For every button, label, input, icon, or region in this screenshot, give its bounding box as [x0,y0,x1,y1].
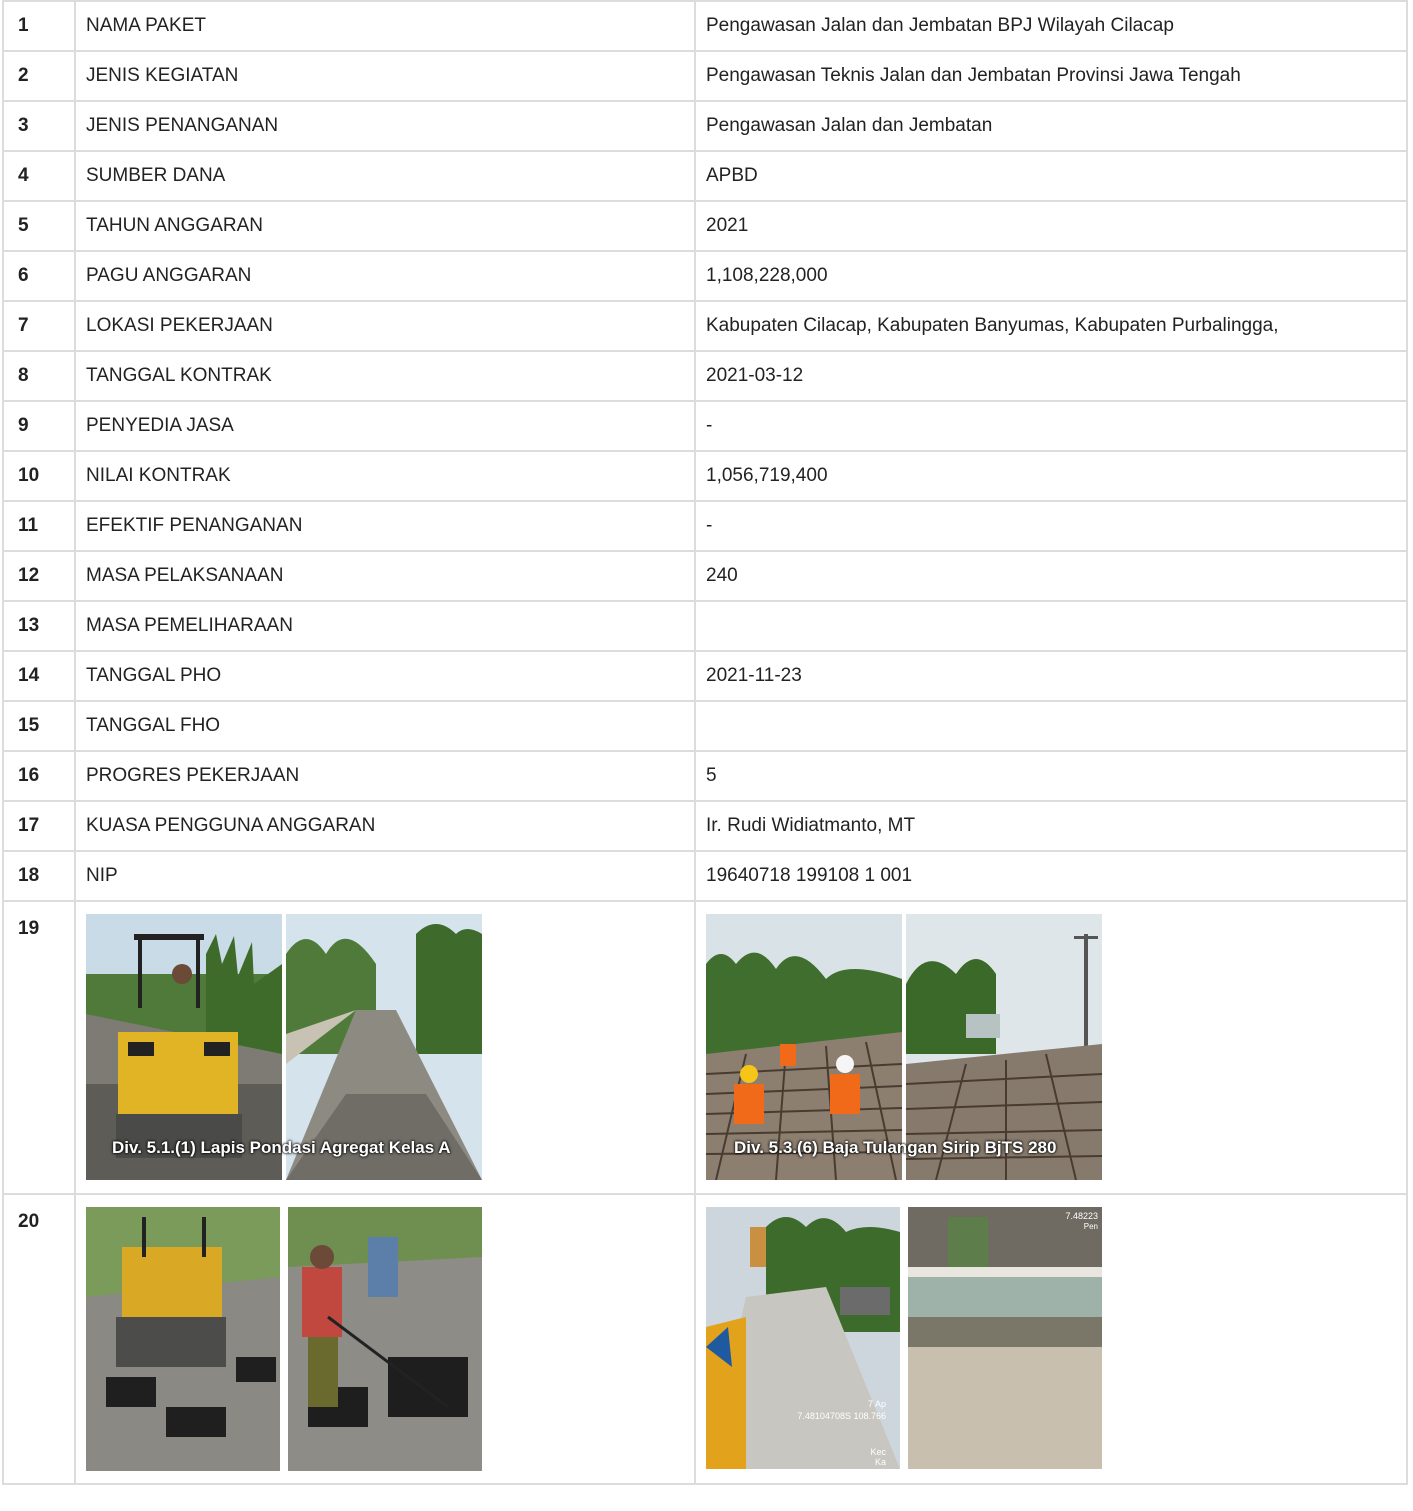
table-row: 16 PROGRES PEKERJAAN 5 [2,750,1408,802]
row-number: 19 [2,900,76,1195]
row-number: 6 [2,250,76,302]
row-label: TANGGAL FHO [74,700,696,752]
table-row: 18 NIP 19640718 199108 1 001 [2,850,1408,902]
table-row: 9 PENYEDIA JASA - [2,400,1408,452]
table-row: 3 JENIS PENANGANAN Pengawasan Jalan dan Je… [2,100,1408,152]
row-label: MASA PEMELIHARAAN [74,600,696,652]
table-row: 7 LOKASI PEKERJAAN Kabupaten Cilacap, Kabu… [2,300,1408,352]
row-value: - [694,400,1408,452]
row-value: 19640718 199108 1 001 [694,850,1408,902]
row-number: 18 [2,850,76,902]
photo-cell-right: 7 Ap 7.48104708S 108.766 Kec Ka 7.48223 … [694,1193,1408,1485]
row-label: KUASA PENGGUNA ANGGARAN [74,800,696,852]
photo-pair [86,1207,684,1471]
photo-pair: 7 Ap 7.48104708S 108.766 Kec Ka 7.48223 … [706,1207,1396,1469]
table-row: 6 PAGU ANGGARAN 1,108,228,000 [2,250,1408,302]
table-row: 10 NILAI KONTRAK 1,056,719,400 [2,450,1408,502]
table-row: 2 JENIS KEGIATAN Pengawasan Teknis Jalan d… [2,50,1408,102]
row-label: TANGGAL KONTRAK [74,350,696,402]
photo-bridge-formwork: 7.48223 Pen [908,1207,1102,1469]
row-number: 3 [2,100,76,152]
photo-workers-patching [288,1207,482,1471]
row-value: APBD [694,150,1408,202]
row-value: - [694,500,1408,552]
table-row: 11 EFEKTIF PENANGANAN - [2,500,1408,552]
row-value: Pengawasan Teknis Jalan dan Jembatan Pro… [694,50,1408,102]
row-number: 9 [2,400,76,452]
table-row: 8 TANGGAL KONTRAK 2021-03-12 [2,350,1408,402]
photo-pair: Div. 5.3.(6) Baja Tulangan Sirip BjTS 28… [706,914,1396,1180]
row-number: 20 [2,1193,76,1485]
photo-stamp-text: 7.48223 [1065,1211,1098,1221]
row-number: 11 [2,500,76,552]
row-number: 17 [2,800,76,852]
row-number: 5 [2,200,76,252]
row-value [694,700,1408,752]
photo-cell-left: Div. 5.1.(1) Lapis Pondasi Agregat Kelas… [74,900,696,1195]
row-label: PAGU ANGGARAN [74,250,696,302]
photo-caption: Div. 5.3.(6) Baja Tulangan Sirip BjTS 28… [734,1138,1057,1157]
row-value: 2021-11-23 [694,650,1408,702]
row-value: 1,108,228,000 [694,250,1408,302]
row-label: NILAI KONTRAK [74,450,696,502]
row-label: NIP [74,850,696,902]
row-value: 2021-03-12 [694,350,1408,402]
row-value: 1,056,719,400 [694,450,1408,502]
row-number: 16 [2,750,76,802]
table-row: 12 MASA PELAKSANAAN 240 [2,550,1408,602]
photo-roller-patching [86,1207,280,1471]
table-row: 5 TAHUN ANGGARAN 2021 [2,200,1408,252]
table-row: 14 TANGGAL PHO 2021-11-23 [2,650,1408,702]
row-label: LOKASI PEKERJAAN [74,300,696,352]
table-row: 4 SUMBER DANA APBD [2,150,1408,202]
row-number: 7 [2,300,76,352]
photo-stamp-text: Kec [870,1447,886,1457]
row-label: NAMA PAKET [74,0,696,52]
row-label: PENYEDIA JASA [74,400,696,452]
row-number: 15 [2,700,76,752]
photo-stamp-text: 7 Ap [868,1399,886,1409]
row-label: TAHUN ANGGARAN [74,200,696,252]
row-value: Pengawasan Jalan dan Jembatan BPJ Wilaya… [694,0,1408,52]
row-value: 240 [694,550,1408,602]
table-row: 13 MASA PEMELIHARAAN [2,600,1408,652]
row-number: 12 [2,550,76,602]
row-value: Kabupaten Cilacap, Kabupaten Banyumas, K… [694,300,1408,352]
photo-cell-right: Div. 5.3.(6) Baja Tulangan Sirip BjTS 28… [694,900,1408,1195]
row-label: SUMBER DANA [74,150,696,202]
row-number: 13 [2,600,76,652]
page: 1 NAMA PAKET Pengawasan Jalan dan Jembatan… [0,0,1413,1511]
row-number: 10 [2,450,76,502]
row-label: PROGRES PEKERJAAN [74,750,696,802]
photo-stamp-text: 7.48104708S 108.766 [797,1411,886,1421]
row-value: 2021 [694,200,1408,252]
photo-pair: Div. 5.1.(1) Lapis Pondasi Agregat Kelas… [86,914,684,1180]
row-value: Ir. Rudi Widiatmanto, MT [694,800,1408,852]
photo-row: 20 7 Ap 7.48104708S 108.766 Kec Ka 7.482… [2,1193,1408,1485]
photo-row: 19 Div. 5.1.(1) Lapis Pondasi Agregat Ke… [2,900,1408,1195]
photo-cell-left [74,1193,696,1485]
row-label: JENIS PENANGANAN [74,100,696,152]
photo-stamp-text: Ka [875,1457,886,1467]
row-value: 5 [694,750,1408,802]
row-number: 8 [2,350,76,402]
row-value [694,600,1408,652]
photo-stamp-text: Pen [1084,1222,1098,1231]
row-number: 1 [2,0,76,52]
photo-concrete-road: 7 Ap 7.48104708S 108.766 Kec Ka [706,1207,900,1469]
package-info-table: 1 NAMA PAKET Pengawasan Jalan dan Jembatan… [2,0,1408,1485]
photo-caption: Div. 5.1.(1) Lapis Pondasi Agregat Kelas… [112,1138,451,1157]
row-label: EFEKTIF PENANGANAN [74,500,696,552]
row-value: Pengawasan Jalan dan Jembatan [694,100,1408,152]
table-row: 17 KUASA PENGGUNA ANGGARAN Ir. Rudi Widiat… [2,800,1408,852]
row-label: TANGGAL PHO [74,650,696,702]
table-row: 1 NAMA PAKET Pengawasan Jalan dan Jembatan… [2,0,1408,52]
row-label: JENIS KEGIATAN [74,50,696,102]
row-label: MASA PELAKSANAAN [74,550,696,602]
row-number: 2 [2,50,76,102]
table-row: 15 TANGGAL FHO [2,700,1408,752]
row-number: 4 [2,150,76,202]
row-number: 14 [2,650,76,702]
